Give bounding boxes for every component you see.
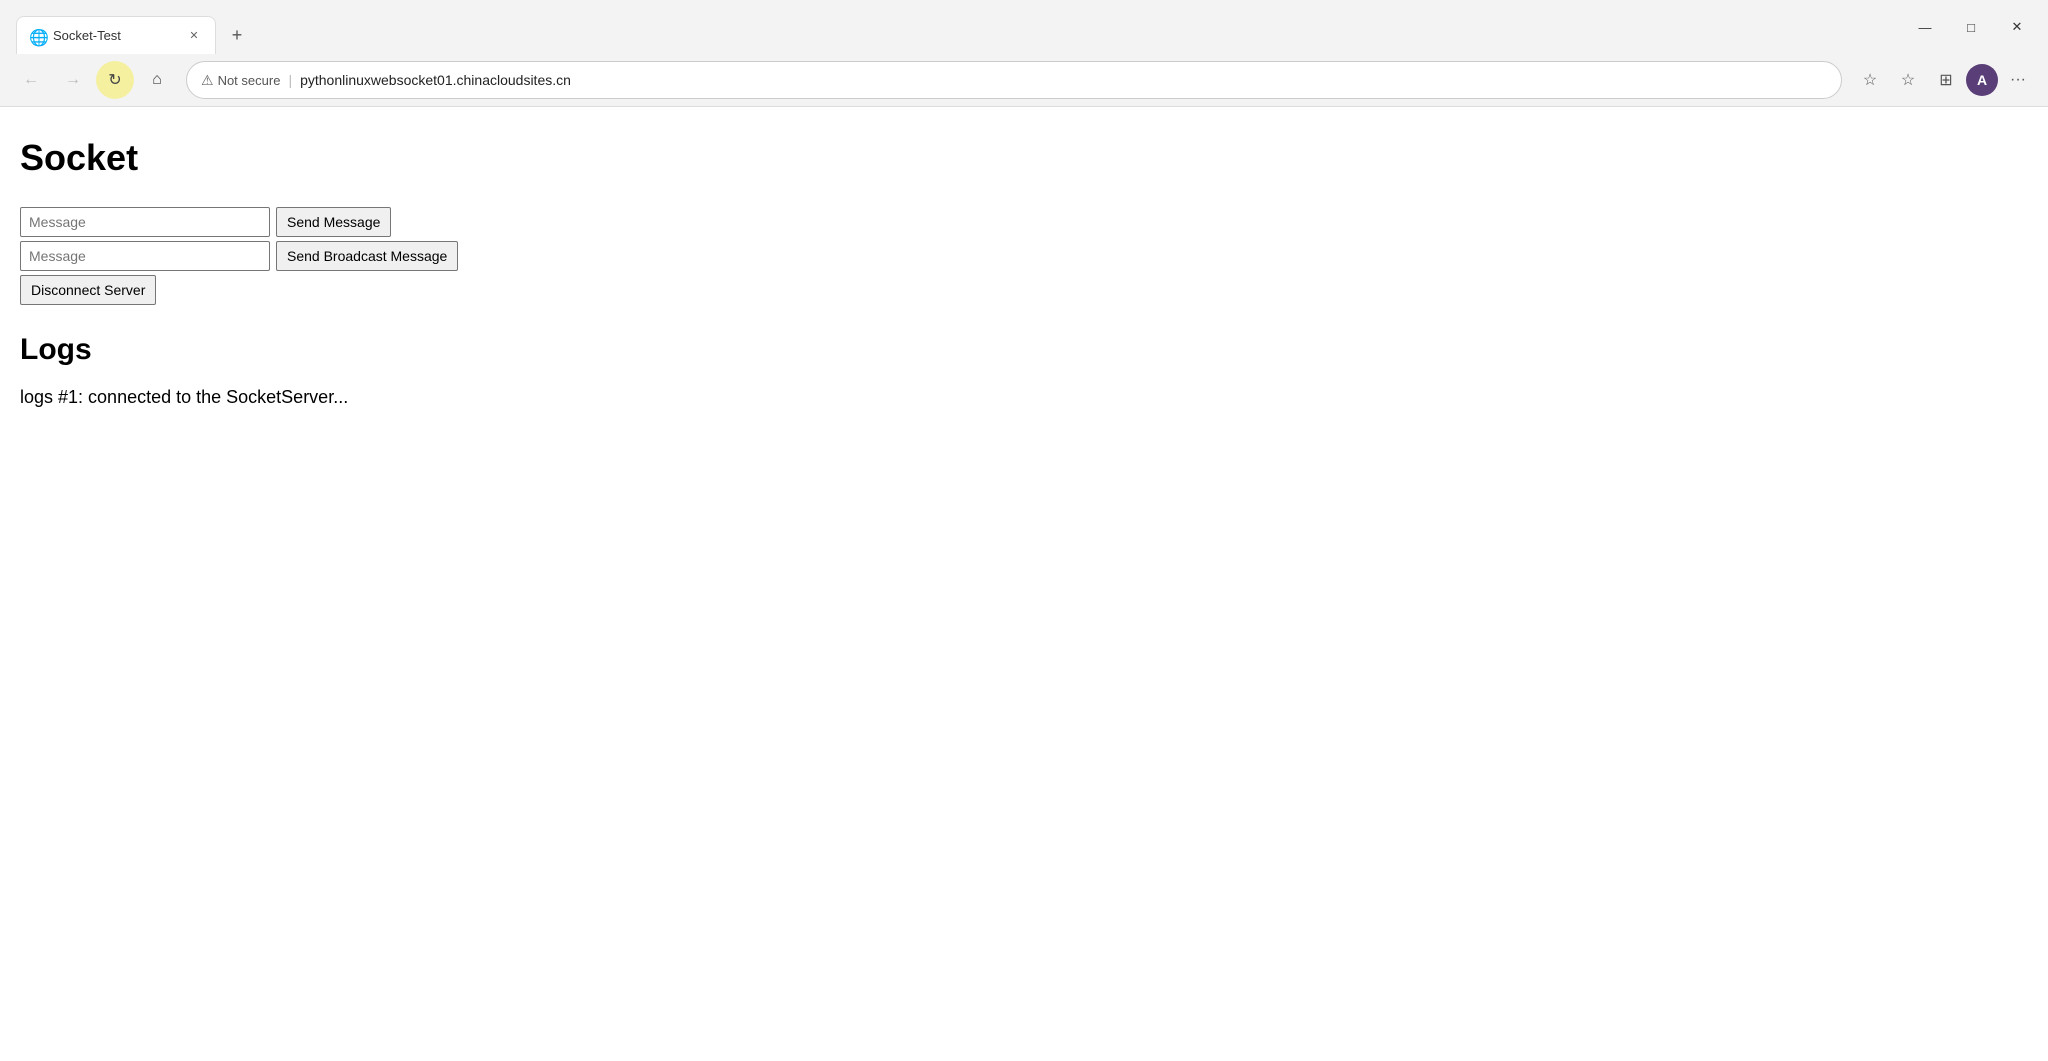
collections-button[interactable]: ⊞ xyxy=(1928,62,1964,98)
refresh-button[interactable]: ↻ xyxy=(96,61,134,99)
send-broadcast-row: Send Broadcast Message xyxy=(20,241,2028,271)
new-tab-button[interactable]: + xyxy=(220,18,254,52)
message-input-2[interactable] xyxy=(20,241,270,271)
disconnect-button[interactable]: Disconnect Server xyxy=(20,275,156,305)
more-button[interactable]: ··· xyxy=(2000,62,2036,98)
nav-toolbar-right: ☆ ☆ ⊞ A ··· xyxy=(1852,62,2036,98)
back-button[interactable]: ← xyxy=(12,61,50,99)
tab-close-button[interactable]: ✕ xyxy=(185,27,203,45)
send-message-button[interactable]: Send Message xyxy=(276,207,391,237)
add-favorite-button[interactable]: ☆ xyxy=(1852,62,1888,98)
log-entry-1: logs #1: connected to the SocketServer..… xyxy=(20,387,2028,408)
profile-avatar[interactable]: A xyxy=(1966,64,1998,96)
page-content: Socket Send Message Send Broadcast Messa… xyxy=(0,107,2048,1061)
tab-strip: 🌐 Socket-Test ✕ + xyxy=(16,0,254,54)
logs-title: Logs xyxy=(20,333,2028,367)
window-controls: — □ ✕ xyxy=(1902,10,2040,44)
active-tab[interactable]: 🌐 Socket-Test ✕ xyxy=(16,16,216,54)
not-secure-label: Not secure xyxy=(218,73,281,88)
address-separator: | xyxy=(288,72,292,88)
home-button[interactable]: ⌂ xyxy=(138,61,176,99)
minimize-button[interactable]: — xyxy=(1902,10,1948,44)
message-input-1[interactable] xyxy=(20,207,270,237)
warning-icon: ⚠ xyxy=(201,72,214,89)
forward-button[interactable]: → xyxy=(54,61,92,99)
browser-chrome: 🌐 Socket-Test ✕ + — □ ✕ ← → ↻ xyxy=(0,0,2048,107)
send-message-row: Send Message xyxy=(20,207,2028,237)
address-url: pythonlinuxwebsocket01.chinacloudsites.c… xyxy=(300,72,1827,88)
controls-area: Send Message Send Broadcast Message Disc… xyxy=(20,207,2028,305)
tab-title: Socket-Test xyxy=(53,28,177,43)
maximize-button[interactable]: □ xyxy=(1948,10,1994,44)
page-title: Socket xyxy=(20,137,2028,179)
disconnect-row: Disconnect Server xyxy=(20,275,2028,305)
tabs-container: 🌐 Socket-Test ✕ + xyxy=(8,0,1902,54)
nav-bar: ← → ↻ ⌂ ⚠ Not secure | pythonlinuxwebsoc… xyxy=(0,54,2048,106)
close-button[interactable]: ✕ xyxy=(1994,10,2040,44)
address-bar[interactable]: ⚠ Not secure | pythonlinuxwebsocket01.ch… xyxy=(186,61,1842,99)
not-secure-indicator: ⚠ Not secure xyxy=(201,72,280,89)
favorites-button[interactable]: ☆ xyxy=(1890,62,1926,98)
tab-favicon: 🌐 xyxy=(29,28,45,44)
title-bar: 🌐 Socket-Test ✕ + — □ ✕ xyxy=(0,0,2048,54)
send-broadcast-button[interactable]: Send Broadcast Message xyxy=(276,241,458,271)
